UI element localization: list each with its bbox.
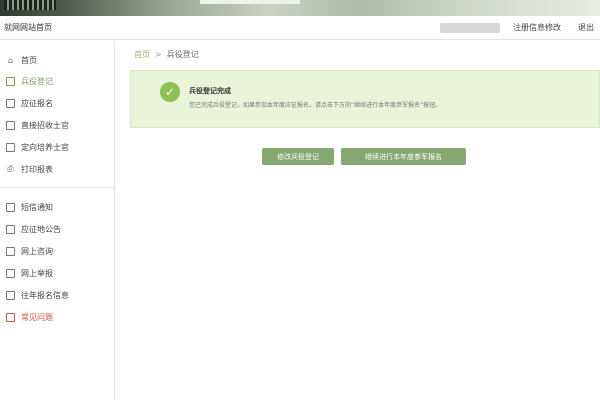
sidebar-item-direct-nco-recruitment[interactable]: 直接招收士官 [0,115,115,135]
sidebar-item-label: 短信通知 [21,202,53,212]
sidebar-item-label: 首页 [21,55,37,65]
modify-registration-button[interactable]: 修改兵役登记 [262,148,334,165]
document-icon [6,268,15,278]
sidebar-item-label: 常见问题 [21,312,53,322]
sidebar-item-online-report[interactable]: 网上举报 [0,263,115,283]
sidebar-item-military-registration[interactable]: 兵役登记 [0,71,115,91]
username-redacted [440,23,500,33]
sidebar-item-home[interactable]: ⌂ 首页 [0,50,115,70]
sidebar-item-enlistment-application[interactable]: 应征报名 [0,93,115,113]
sidebar-item-faq[interactable]: 常见问题 [0,307,115,327]
logout-link[interactable]: 退出 [578,22,594,33]
breadcrumb: 首页 > 兵役登记 [134,49,199,60]
sidebar-item-enlistment-announcement[interactable]: 应征地公告 [0,219,115,239]
sidebar-item-online-consultation[interactable]: 网上咨询 [0,241,115,261]
printer-icon: ⎙ [7,164,14,173]
sidebar: ⌂ 首页 兵役登记 应征报名 直接招收士官 定向培养士官 ⎙ 打印报表 短信通知… [0,41,115,400]
notice-title: 兵役登记完成 [189,87,231,95]
continue-enlistment-button[interactable]: 继续进行本年度参军报名 [341,148,466,165]
sidebar-item-label: 直接招收士官 [21,120,69,130]
sidebar-item-past-applications[interactable]: 往年报名信息 [0,285,115,305]
banner-logo [4,0,56,10]
document-icon [6,312,15,322]
breadcrumb-current: 兵役登记 [166,50,199,59]
document-icon [6,120,15,130]
sidebar-item-label: 定向培养士官 [21,142,69,152]
breadcrumb-home-link[interactable]: 首页 [134,50,150,59]
sidebar-item-label: 应征报名 [21,98,53,108]
document-icon [6,76,15,86]
document-icon [6,246,15,256]
banner-decoration [200,0,300,4]
sidebar-item-directed-nco-training[interactable]: 定向培养士官 [0,137,115,157]
site-title[interactable]: 就网网站首页 [4,22,52,33]
sidebar-item-label: 网上咨询 [21,246,53,256]
sidebar-item-label: 网上举报 [21,268,53,278]
document-icon [6,142,15,152]
sidebar-item-label: 往年报名信息 [21,290,69,300]
home-icon: ⌂ [7,55,14,65]
notice-message: 您已完成兵役登记，如果参加本年度应征报名，请点击下方的“继续进行本年度参军报名”… [189,102,442,109]
document-icon [6,98,15,108]
sidebar-item-sms-notification[interactable]: 短信通知 [0,197,115,217]
sidebar-item-print-report[interactable]: ⎙ 打印报表 [0,159,115,179]
sidebar-item-label: 应征地公告 [21,224,61,234]
sidebar-item-label: 兵役登记 [21,76,53,86]
breadcrumb-separator: > [155,50,162,59]
header-bar: 就网网站首页 注册信息修改 退出 [0,16,600,40]
sidebar-divider [0,187,115,188]
document-icon [6,290,15,300]
top-banner [0,0,600,16]
check-circle-icon: ✓ [160,82,180,102]
edit-registration-link[interactable]: 注册信息修改 [513,22,561,33]
sidebar-item-label: 打印报表 [21,164,53,174]
document-icon [6,224,15,234]
success-notice: ✓ 兵役登记完成 您已完成兵役登记，如果参加本年度应征报名，请点击下方的“继续进… [130,70,600,128]
document-icon [6,202,15,212]
